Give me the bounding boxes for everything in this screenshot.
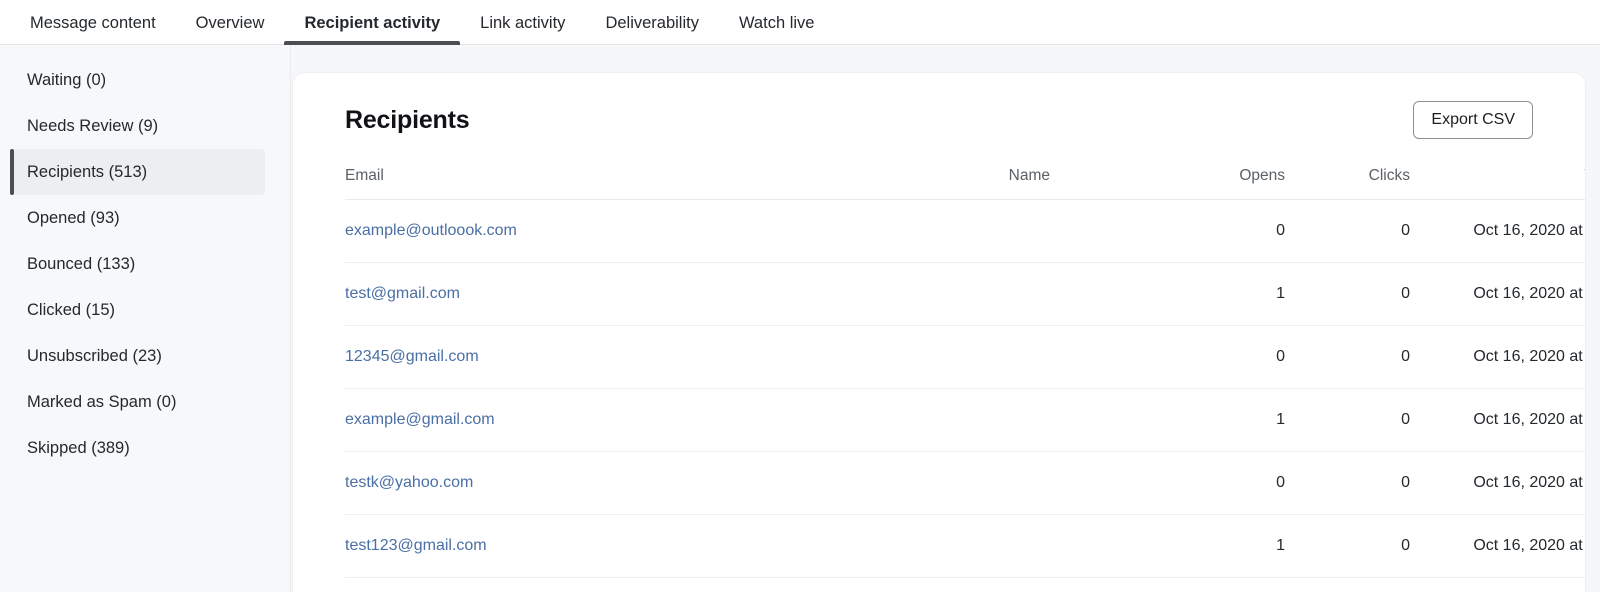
table-row: 12345@gmail.com00Oct 16, 2020 at 5:25 am bbox=[345, 325, 1585, 389]
sidebar-item-skipped[interactable]: Skipped (389) bbox=[10, 425, 265, 471]
cell-name bbox=[835, 451, 1050, 515]
recipient-email-link[interactable]: example@outloook.com bbox=[345, 222, 517, 239]
cell-clicks: 0 bbox=[1285, 451, 1410, 515]
card-header: Recipients Export CSV bbox=[345, 73, 1533, 167]
sidebar-item-unsubscribed[interactable]: Unsubscribed (23) bbox=[10, 333, 265, 379]
column-header-label: When bbox=[1585, 167, 1586, 185]
column-header-opens: Opens bbox=[1050, 167, 1285, 200]
cell-name bbox=[835, 514, 1050, 578]
table-row: test@gmail.com 10Oct 16, 2020 at 5:25 am bbox=[345, 262, 1585, 326]
tab-message-content[interactable]: Message content bbox=[10, 14, 176, 45]
cell-clicks: 0 bbox=[1285, 199, 1410, 263]
sidebar-item-clicked[interactable]: Clicked (15) bbox=[10, 287, 265, 333]
sidebar-item-waiting[interactable]: Waiting (0) bbox=[10, 57, 265, 103]
cell-email: example@gmail.com bbox=[345, 388, 835, 452]
cell-when: Oct 16, 2020 at 5:25 am bbox=[1410, 451, 1585, 515]
table-header-row: EmailNameOpensClicks When bbox=[345, 167, 1585, 200]
recipient-email-link[interactable]: test@gmail.com bbox=[345, 285, 460, 302]
cell-name bbox=[835, 262, 1050, 326]
recipient-email-link[interactable]: testk@yahoo.com bbox=[345, 474, 473, 491]
tab-link-activity[interactable]: Link activity bbox=[460, 14, 585, 45]
recipients-table: EmailNameOpensClicks When example@outlooo… bbox=[345, 167, 1585, 578]
cell-email: 12345@gmail.com bbox=[345, 325, 835, 389]
column-header-name: Name bbox=[835, 167, 1050, 200]
tab-deliverability[interactable]: Deliverability bbox=[585, 14, 719, 45]
tab-overview[interactable]: Overview bbox=[176, 14, 285, 45]
cell-when: Oct 16, 2020 at 5:25 am bbox=[1410, 514, 1585, 578]
cell-email: test123@gmail.com bbox=[345, 514, 835, 578]
cell-opens: 0 bbox=[1050, 451, 1285, 515]
table-row: test123@gmail.com 10Oct 16, 2020 at 5:25 … bbox=[345, 514, 1585, 578]
column-header-when[interactable]: When bbox=[1410, 167, 1585, 200]
sort-control-when[interactable]: When bbox=[1585, 167, 1586, 185]
sidebar-item-marked-as-spam[interactable]: Marked as Spam (0) bbox=[10, 379, 265, 425]
cell-opens: 1 bbox=[1050, 514, 1285, 578]
cell-name bbox=[835, 199, 1050, 263]
recipient-email-link[interactable]: example@gmail.com bbox=[345, 411, 495, 428]
cell-when: Oct 16, 2020 at 5:25 am bbox=[1410, 325, 1585, 389]
tab-bar: Message content Overview Recipient activit… bbox=[0, 0, 1600, 45]
cell-opens: 0 bbox=[1050, 199, 1285, 263]
table-row: example@outloook.com00Oct 16, 2020 at 5:… bbox=[345, 199, 1585, 263]
filter-sidebar: Waiting (0) Needs Review (9) Recipients (5… bbox=[0, 45, 291, 592]
cell-clicks: 0 bbox=[1285, 325, 1410, 389]
main-content: Recipients Export CSV Email Name Opens Clic… bbox=[291, 45, 1600, 592]
table-row: testk@yahoo.com00Oct 16, 2020 at 5:25 am bbox=[345, 451, 1585, 515]
cell-clicks: 0 bbox=[1285, 262, 1410, 326]
sidebar-item-bounced[interactable]: Bounced (133) bbox=[10, 241, 265, 287]
cell-when: Oct 16, 2020 at 5:25 am bbox=[1410, 199, 1585, 263]
recipient-email-link[interactable]: 12345@gmail.com bbox=[345, 348, 479, 365]
sidebar-item-recipients[interactable]: Recipients (513) bbox=[10, 149, 265, 195]
sidebar-item-opened[interactable]: Opened (93) bbox=[10, 195, 265, 241]
table-body: example@outloook.com00Oct 16, 2020 at 5:… bbox=[345, 199, 1585, 578]
recipient-email-link[interactable]: test123@gmail.com bbox=[345, 537, 487, 554]
page-title: Recipients bbox=[345, 105, 470, 134]
cell-when: Oct 16, 2020 at 5:25 am bbox=[1410, 388, 1585, 452]
table-header: EmailNameOpensClicks When bbox=[345, 167, 1585, 200]
cell-email: example@outloook.com bbox=[345, 199, 835, 263]
cell-email: test@gmail.com bbox=[345, 262, 835, 326]
cell-email: testk@yahoo.com bbox=[345, 451, 835, 515]
cell-opens: 1 bbox=[1050, 388, 1285, 452]
cell-when: Oct 16, 2020 at 5:25 am bbox=[1410, 262, 1585, 326]
tab-watch-live[interactable]: Watch live bbox=[719, 14, 835, 45]
cell-name bbox=[835, 388, 1050, 452]
page-body: Waiting (0) Needs Review (9) Recipients (5… bbox=[0, 45, 1600, 592]
column-header-email: Email bbox=[345, 167, 835, 200]
cell-clicks: 0 bbox=[1285, 388, 1410, 452]
column-header-clicks: Clicks bbox=[1285, 167, 1410, 200]
tab-recipient-activity[interactable]: Recipient activity bbox=[284, 14, 460, 45]
cell-opens: 1 bbox=[1050, 262, 1285, 326]
sidebar-item-needs-review[interactable]: Needs Review (9) bbox=[10, 103, 265, 149]
cell-clicks: 0 bbox=[1285, 514, 1410, 578]
recipients-card: Recipients Export CSV Email Name Opens Clic… bbox=[293, 73, 1585, 592]
export-csv-button[interactable]: Export CSV bbox=[1413, 101, 1533, 139]
table-row: example@gmail.com 10Oct 16, 2020 at 5:25 … bbox=[345, 388, 1585, 452]
cell-name bbox=[835, 325, 1050, 389]
cell-opens: 0 bbox=[1050, 325, 1285, 389]
